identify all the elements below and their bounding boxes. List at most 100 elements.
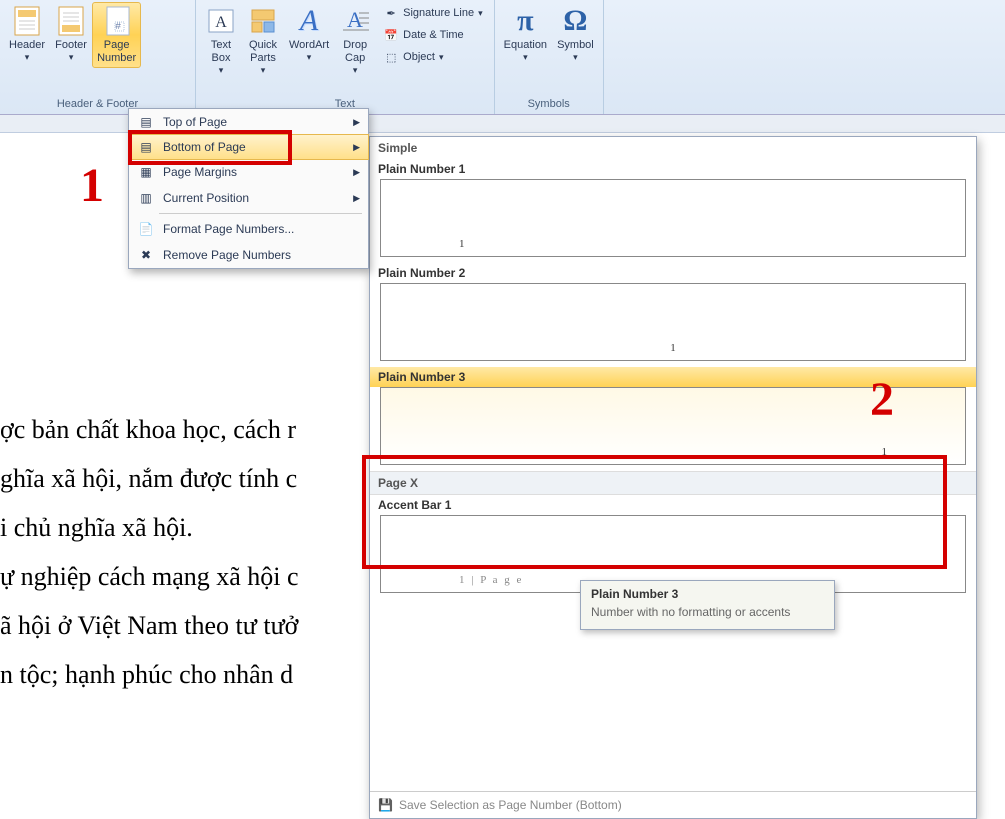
quick-parts-label: Quick Parts [249,39,277,65]
quick-parts-icon [247,5,279,37]
equation-button[interactable]: π Equation ▾ [499,2,552,66]
gallery-item-plain-1[interactable]: Plain Number 1 1 [370,159,976,257]
tooltip: Plain Number 3 Number with no formatting… [580,580,835,630]
equation-icon: π [509,5,541,37]
page-number-label: Page Number [97,39,136,65]
gallery-save-selection: 💾 Save Selection as Page Number (Bottom) [370,791,976,818]
page-number-gallery: Simple Plain Number 1 1 Plain Number 2 1… [369,136,977,819]
submenu-arrow-icon: ▶ [353,142,360,153]
signature-line-button[interactable]: ✒ Signature Line ▾ [380,4,485,22]
menu-bottom-of-page[interactable]: ▤ Bottom of Page ▶ [128,134,369,160]
doc-line: ợc bản chất khoa học, cách r [0,405,299,454]
doc-line: ự nghiệp cách mạng xã hội c [0,552,299,601]
svg-text:A: A [347,7,363,32]
object-label: Object [403,51,435,63]
gallery-category-simple: Simple [370,137,976,159]
group-symbols: π Equation ▾ Ω Symbol ▾ Symbols [495,0,604,114]
gallery-item-plain-2[interactable]: Plain Number 2 1 [370,263,976,361]
symbol-label: Symbol [557,39,594,52]
chevron-down-icon: ▾ [478,8,483,19]
symbol-icon: Ω [559,5,591,37]
gallery-preview: 1 [380,283,966,361]
page-number-button[interactable]: # Page Number [92,2,141,68]
gallery-preview: 1 [380,179,966,257]
menu-label: Remove Page Numbers [163,248,291,262]
date-time-label: Date & Time [403,29,464,41]
menu-top-of-page[interactable]: ▤ Top of Page ▶ [129,109,368,135]
doc-line: n tộc; hạnh phúc cho nhân d [0,650,299,699]
object-button[interactable]: ⬚ Object ▾ [380,48,485,66]
chevron-down-icon: ▾ [219,65,224,76]
menu-remove-page-numbers[interactable]: ✖ Remove Page Numbers [129,242,368,268]
doc-line: ghĩa xã hội, nắm được tính c [0,454,299,503]
menu-label: Page Margins [163,165,237,179]
submenu-arrow-icon: ▶ [353,167,360,178]
text-box-label: Text Box [211,39,231,65]
object-icon: ⬚ [383,49,399,65]
group-header-footer: Header ▾ Footer ▾ # Page Number Header &… [0,0,196,114]
annotation-number-1: 1 [80,158,104,213]
date-time-button[interactable]: 📅 Date & Time [380,26,485,44]
wordart-button[interactable]: A WordArt ▾ [284,2,334,79]
symbol-button[interactable]: Ω Symbol ▾ [552,2,599,66]
wordart-icon: A [293,5,325,37]
drop-cap-button[interactable]: A Drop Cap ▾ [334,2,376,79]
submenu-arrow-icon: ▶ [353,117,360,128]
page-bottom-icon: ▤ [135,140,157,154]
menu-label: Top of Page [163,115,227,129]
text-box-button[interactable]: A Text Box ▾ [200,2,242,79]
header-icon [11,5,43,37]
submenu-arrow-icon: ▶ [353,193,360,204]
page-number-menu: ▤ Top of Page ▶ ▤ Bottom of Page ▶ ▦ Pag… [128,108,369,269]
header-label: Header [9,39,45,52]
save-icon: 💾 [378,798,393,812]
date-time-icon: 📅 [383,27,399,43]
menu-current-position[interactable]: ▥ Current Position ▶ [129,185,368,211]
chevron-down-icon: ▾ [573,52,578,63]
gallery-item-title: Plain Number 2 [370,263,976,283]
menu-page-margins[interactable]: ▦ Page Margins ▶ [129,159,368,185]
page-number-icon: # [101,5,133,37]
quick-parts-button[interactable]: Quick Parts ▾ [242,2,284,79]
signature-icon: ✒ [383,5,399,21]
footer-label: Footer [55,39,87,52]
gallery-save-label: Save Selection as Page Number (Bottom) [399,798,622,812]
menu-label: Current Position [163,191,249,205]
current-position-icon: ▥ [135,191,157,205]
drop-cap-icon: A [339,5,371,37]
chevron-down-icon: ▾ [25,52,30,63]
menu-format-page-numbers[interactable]: 📄 Format Page Numbers... [129,216,368,242]
chevron-down-icon: ▾ [353,65,358,76]
format-icon: 📄 [135,222,157,236]
drop-cap-label: Drop Cap [343,39,367,65]
chevron-down-icon: ▾ [439,52,444,63]
svg-text:#: # [115,21,121,32]
group-text: A Text Box ▾ Quick Parts ▾ A WordArt ▾ A… [196,0,495,114]
text-box-icon: A [205,5,237,37]
chevron-down-icon: ▾ [261,65,266,76]
menu-label: Bottom of Page [163,140,246,154]
remove-icon: ✖ [135,248,157,262]
signature-label: Signature Line [403,7,474,19]
doc-line: ã hội ở Việt Nam theo tư tưở [0,601,299,650]
ribbon: Header ▾ Footer ▾ # Page Number Header &… [0,0,1005,115]
gallery-item-title: Accent Bar 1 [370,495,976,515]
equation-label: Equation [504,39,547,52]
group-label-symbols: Symbols [499,96,599,114]
wordart-label: WordArt [289,39,329,52]
footer-button[interactable]: Footer ▾ [50,2,92,68]
tooltip-body: Number with no formatting or accents [591,605,824,619]
header-button[interactable]: Header ▾ [4,2,50,68]
chevron-down-icon: ▾ [69,52,74,63]
tooltip-title: Plain Number 3 [591,587,824,601]
svg-text:A: A [215,14,227,31]
doc-line: i chủ nghĩa xã hội. [0,503,299,552]
gallery-item-accent-bar-1[interactable]: Accent Bar 1 1 | P a g e [370,495,976,593]
chevron-down-icon: ▾ [523,52,528,63]
gallery-category-pagex: Page X [370,471,976,495]
gallery-item-title: Plain Number 1 [370,159,976,179]
annotation-number-2: 2 [870,372,894,427]
footer-icon [55,5,87,37]
menu-label: Format Page Numbers... [163,222,294,236]
page-margins-icon: ▦ [135,165,157,179]
